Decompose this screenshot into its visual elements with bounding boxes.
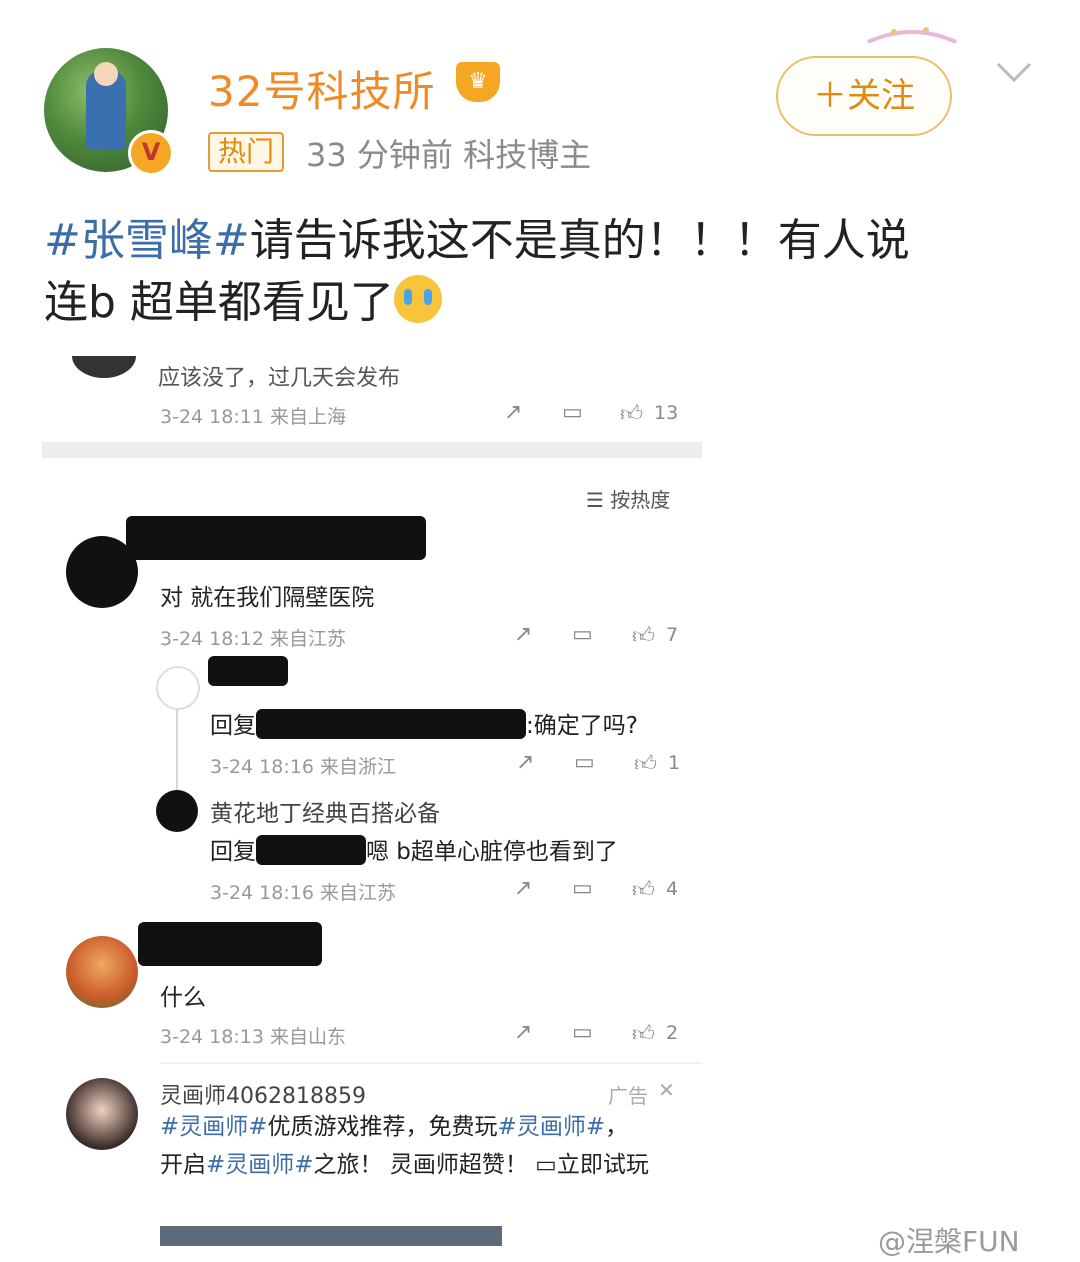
crown-icon: ♛ bbox=[456, 62, 500, 102]
like-icon[interactable]: 👍︎ bbox=[634, 750, 657, 777]
like-count: 4 bbox=[666, 878, 679, 900]
comment-time: 3-24 18:11 来自上海 bbox=[160, 406, 346, 428]
share-icon[interactable]: ↗ bbox=[504, 400, 522, 425]
redacted-name bbox=[208, 656, 288, 686]
post-meta: 33 分钟前 科技博主 bbox=[306, 136, 592, 174]
sort-icon: ☰ bbox=[586, 488, 611, 512]
ad-text: #灵画师#优质游戏推荐，免费玩#灵画师#， 开启#灵画师#之旅！ 灵画师超赞！ ▭… bbox=[160, 1108, 680, 1184]
decoration-icon bbox=[867, 27, 957, 44]
comment-icon[interactable]: ▭ bbox=[574, 750, 595, 775]
reply-suffix: 嗯 b超单心脏停也看到了 bbox=[366, 839, 618, 865]
redacted-mention bbox=[256, 835, 366, 865]
divider bbox=[42, 442, 702, 458]
comment-icon[interactable]: ▭ bbox=[572, 622, 593, 647]
like-icon[interactable]: 👍︎ bbox=[632, 622, 655, 649]
follow-button[interactable]: ＋关注 bbox=[776, 56, 952, 136]
redacted-mention bbox=[256, 709, 526, 739]
post-text: #张雪峰#请告诉我这不是真的！！！有人说 连b 超单都看见了 bbox=[44, 210, 1044, 334]
ad-text-part: 之旅！ 灵画师超赞！ bbox=[313, 1152, 528, 1178]
comment-icon[interactable]: ▭ bbox=[562, 400, 583, 425]
divider bbox=[160, 1062, 702, 1064]
hot-tag: 热门 bbox=[208, 132, 285, 172]
comment-text: 对 就在我们隔壁医院 bbox=[160, 585, 375, 611]
reply-prefix: 回复 bbox=[210, 839, 256, 865]
avatar[interactable] bbox=[156, 790, 198, 832]
avatar[interactable] bbox=[156, 666, 200, 710]
post-hashtag[interactable]: #张雪峰# bbox=[44, 215, 250, 266]
embedded-screenshot: 应该没了，过几天会发布 3-24 18:11 来自上海 ↗ ▭ 👍︎ 13 ☰ … bbox=[42, 356, 702, 1246]
comment-text: 什么 bbox=[160, 985, 206, 1011]
like-icon[interactable]: 👍︎ bbox=[632, 1020, 655, 1047]
post-text-line1: 请告诉我这不是真的！！！有人说 bbox=[249, 215, 910, 266]
comment-time: 3-24 18:13 来自山东 bbox=[160, 1026, 346, 1048]
comment-time: 3-24 18:16 来自江苏 bbox=[210, 882, 396, 904]
reply-text: 回复 :确定了吗? bbox=[210, 706, 638, 740]
ad-avatar[interactable] bbox=[66, 1078, 138, 1150]
ad-text-part: ， bbox=[605, 1114, 629, 1140]
redacted-name bbox=[138, 922, 322, 966]
comment-text: 应该没了，过几天会发布 bbox=[158, 366, 401, 391]
ad-cta[interactable]: 立即试玩 bbox=[557, 1152, 649, 1178]
verified-badge-icon: V bbox=[128, 130, 174, 176]
post-text-line2: 连b 超单都看见了 bbox=[44, 277, 394, 328]
ad-hashtag[interactable]: #灵画师# bbox=[206, 1152, 314, 1178]
avatar bbox=[72, 356, 136, 378]
ad-hashtag[interactable]: #灵画师# bbox=[498, 1114, 606, 1140]
like-icon[interactable]: 👍︎ bbox=[620, 400, 643, 427]
like-count: 13 bbox=[654, 402, 679, 424]
reply-suffix: :确定了吗? bbox=[526, 713, 638, 739]
like-icon[interactable]: 👍︎ bbox=[632, 876, 655, 903]
comment-icon[interactable]: ▭ bbox=[572, 1020, 593, 1045]
share-icon[interactable]: ↗ bbox=[514, 1020, 532, 1045]
share-icon[interactable]: ↗ bbox=[514, 876, 532, 901]
ad-hashtag[interactable]: #灵画师# bbox=[160, 1114, 268, 1140]
ad-text-part: 优质游戏推荐，免费玩 bbox=[267, 1114, 498, 1140]
reply-author[interactable]: 黄花地丁经典百搭必备 bbox=[210, 794, 440, 828]
comment-time: 3-24 18:12 来自江苏 bbox=[160, 628, 346, 650]
chevron-down-icon[interactable] bbox=[994, 60, 1034, 86]
sort-button[interactable]: ☰ 按热度 bbox=[586, 484, 670, 513]
share-icon[interactable]: ↗ bbox=[516, 750, 534, 775]
ad-label: 广告 bbox=[608, 1084, 648, 1108]
share-icon[interactable]: ↗ bbox=[514, 622, 532, 647]
play-icon: ▭ bbox=[527, 1152, 557, 1178]
crying-emoji-icon bbox=[393, 275, 442, 323]
like-count: 2 bbox=[666, 1022, 679, 1044]
watermark: @涅槃FUN bbox=[878, 1225, 1020, 1258]
comment-time: 3-24 18:16 来自浙江 bbox=[210, 756, 396, 778]
author-name[interactable]: 32号科技所 bbox=[208, 58, 435, 119]
avatar[interactable] bbox=[66, 936, 138, 1008]
reply-prefix: 回复 bbox=[210, 713, 256, 739]
ad-image[interactable] bbox=[160, 1226, 502, 1246]
comment-icon[interactable]: ▭ bbox=[572, 876, 593, 901]
ad-text-part: 开启 bbox=[160, 1152, 206, 1178]
close-icon[interactable]: ✕ bbox=[658, 1078, 675, 1102]
redacted-name bbox=[126, 516, 426, 560]
like-count: 1 bbox=[668, 752, 681, 774]
like-count: 7 bbox=[666, 624, 679, 646]
ad-account-name[interactable]: 灵画师4062818859 bbox=[160, 1078, 366, 1110]
sort-label: 按热度 bbox=[610, 488, 671, 512]
reply-text: 回复 嗯 b超单心脏停也看到了 bbox=[210, 832, 618, 866]
